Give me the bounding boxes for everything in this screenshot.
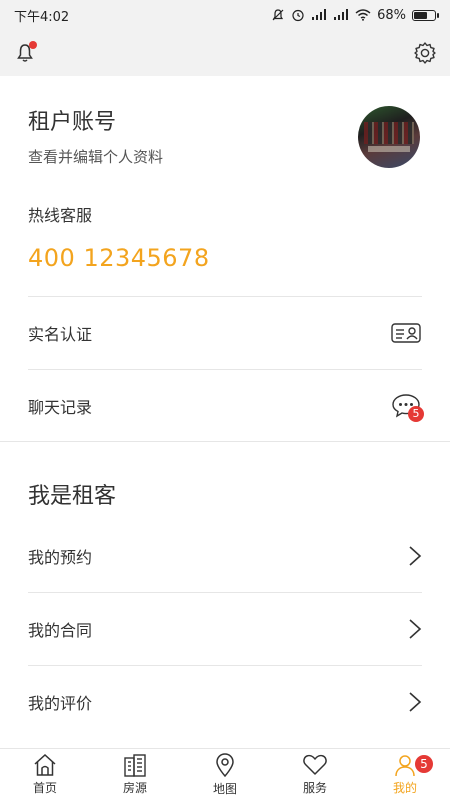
battery-icon	[412, 9, 439, 21]
top-bar	[0, 30, 450, 76]
chat-history-row[interactable]: 聊天记录 5	[0, 370, 450, 442]
settings-button[interactable]	[412, 40, 438, 66]
avatar[interactable]	[358, 106, 420, 168]
tab-label: 首页	[32, 781, 57, 795]
my-appointments-row[interactable]: 我的预约	[0, 520, 450, 592]
home-icon	[34, 753, 56, 776]
signal-icon	[334, 9, 349, 20]
tab-label: 房源	[122, 781, 147, 795]
id-card-icon	[390, 319, 422, 347]
chevron-right-icon	[409, 546, 422, 566]
my-reviews-row[interactable]: 我的评价	[0, 666, 450, 738]
building-icon	[124, 754, 146, 777]
hotline-label: 热线客服	[28, 206, 93, 225]
status-time: 下午4:02	[14, 9, 70, 25]
wifi-icon	[355, 9, 371, 21]
tab-services[interactable]: 服务	[270, 749, 360, 800]
tab-label: 地图	[212, 782, 237, 796]
chevron-right-icon	[409, 692, 422, 712]
real-name-verification-row[interactable]: 实名认证	[0, 297, 450, 369]
battery-percent: 68%	[377, 7, 406, 23]
tab-listings[interactable]: 房源	[90, 749, 180, 800]
row-label: 我的预约	[28, 548, 93, 567]
chat-badge: 5	[408, 406, 424, 422]
tab-badge: 5	[415, 755, 433, 773]
profile-edit-link[interactable]: 查看并编辑个人资料	[28, 146, 163, 167]
tab-label: 我的	[392, 781, 417, 795]
map-pin-icon	[216, 753, 234, 778]
notification-dot	[29, 41, 37, 49]
tab-label: 服务	[302, 781, 327, 795]
row-label: 实名认证	[28, 325, 93, 344]
chat-icon: 5	[390, 392, 424, 422]
gear-icon	[414, 42, 436, 64]
notification-button[interactable]	[12, 40, 38, 66]
mute-icon	[272, 9, 284, 21]
profile-card[interactable]: 租户账号 查看并编辑个人资料	[0, 76, 450, 186]
bottom-tab-bar: 首页 房源 地图 服务 我的 5	[0, 748, 450, 800]
alarm-icon	[292, 9, 304, 22]
status-bar: 下午4:02 68%	[0, 0, 450, 30]
hotline-number[interactable]: 400 12345678	[28, 244, 210, 272]
row-label: 我的合同	[28, 621, 93, 640]
tab-home[interactable]: 首页	[0, 749, 90, 800]
user-icon	[395, 755, 415, 777]
row-label: 聊天记录	[28, 398, 93, 417]
signal-icon	[312, 9, 327, 20]
section-divider	[0, 441, 450, 442]
chevron-right-icon	[409, 619, 422, 639]
section-title: 我是租客	[28, 484, 117, 509]
tab-me[interactable]: 我的 5	[360, 749, 450, 800]
tab-map[interactable]: 地图	[180, 749, 270, 800]
heart-icon	[303, 754, 327, 775]
profile-name: 租户账号	[28, 110, 117, 135]
my-contracts-row[interactable]: 我的合同	[0, 593, 450, 665]
row-label: 我的评价	[28, 694, 93, 713]
status-icons: 68%	[271, 7, 439, 23]
